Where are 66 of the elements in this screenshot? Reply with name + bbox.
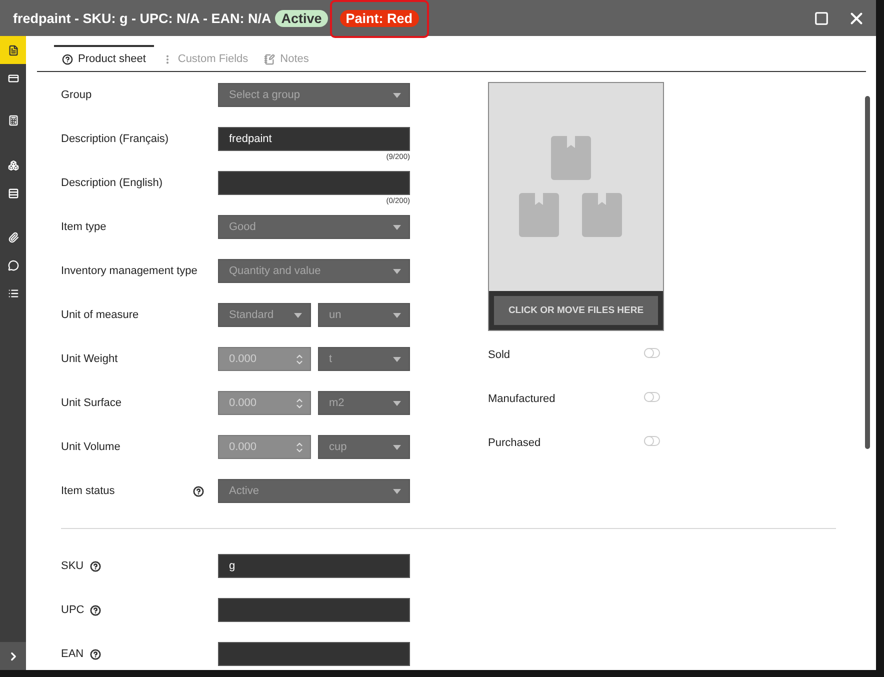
number-field[interactable]: 0.000 — [218, 435, 311, 459]
sidebar-item[interactable] — [0, 36, 26, 64]
field-label: Item status — [61, 484, 115, 499]
dropdown[interactable]: Standard — [218, 303, 311, 327]
paperclip-icon — [8, 232, 18, 242]
caret-icon — [393, 356, 401, 362]
chat-bubble-icon — [8, 260, 18, 270]
toggle-switch[interactable] — [644, 436, 660, 446]
toggle-label: Purchased — [488, 436, 541, 451]
calculator-icon — [8, 114, 18, 126]
dropdown[interactable]: Quantity and value — [218, 259, 410, 283]
field-label: UPC — [61, 603, 84, 618]
field-label: Unit of measure — [61, 308, 139, 323]
dropdown[interactable]: Active — [218, 479, 410, 503]
toggle-label: Manufactured — [488, 392, 556, 407]
field-label: SKU — [61, 559, 84, 574]
caret-icon — [393, 444, 401, 450]
toggle-switch[interactable] — [644, 348, 660, 358]
maximize-icon[interactable] — [814, 10, 829, 26]
toggle-switch[interactable] — [644, 392, 660, 402]
card-icon — [8, 72, 18, 84]
text-field[interactable]: g — [218, 554, 410, 578]
text-field[interactable]: fredpaint — [218, 127, 410, 151]
text-field[interactable] — [218, 171, 410, 195]
field-label: Unit Surface — [61, 396, 122, 411]
tab[interactable]: Custom Fields — [154, 45, 256, 71]
caret-icon — [294, 312, 302, 318]
caret-icon — [393, 488, 401, 494]
tab[interactable]: Notes — [256, 45, 317, 71]
dropdown[interactable]: Select a group — [218, 83, 410, 107]
notes-icon — [264, 54, 276, 64]
field-label: Item type — [61, 220, 106, 235]
caret-icon — [393, 400, 401, 406]
field-label: Description (English) — [61, 176, 162, 191]
window-title: fredpaint - SKU: g - UPC: N/A - EAN: N/A — [13, 10, 272, 26]
field-label: Unit Weight — [61, 352, 118, 367]
text-field[interactable] — [218, 598, 410, 622]
upload-button[interactable]: CLICK OR MOVE FILES HERE — [494, 296, 658, 325]
number-field[interactable]: 0.000 — [218, 347, 311, 371]
field-label: Inventory management type — [61, 264, 198, 279]
status-badge: Active — [275, 10, 328, 26]
dropdown[interactable]: cup — [318, 435, 410, 459]
caret-icon — [393, 224, 401, 230]
toggle-label: Sold — [488, 348, 510, 363]
number-field[interactable]: 0.000 — [218, 391, 311, 415]
field-label: Unit Volume — [61, 440, 120, 455]
field-label: Description (Français) — [61, 132, 169, 147]
image-dropzone[interactable]: CLICK OR MOVE FILES HERE — [488, 82, 664, 331]
tab[interactable]: Product sheet — [54, 45, 154, 71]
field-label: EAN — [61, 647, 84, 662]
text-field[interactable] — [218, 642, 410, 666]
boxes-icon — [8, 160, 18, 170]
dropdown[interactable]: m2 — [318, 391, 410, 415]
caret-icon — [393, 312, 401, 318]
list-icon — [8, 288, 18, 298]
caret-icon — [393, 92, 401, 98]
help-icon — [62, 54, 73, 64]
field-label: Group — [61, 88, 92, 103]
expand-button[interactable] — [0, 642, 26, 670]
dropdown[interactable]: Good — [218, 215, 410, 239]
dropdown[interactable]: un — [318, 303, 410, 327]
dropdown[interactable]: t — [318, 347, 410, 371]
document-icon — [8, 44, 18, 56]
scrollbar[interactable] — [865, 96, 870, 449]
rows-icon — [8, 188, 18, 198]
caret-icon — [393, 268, 401, 274]
